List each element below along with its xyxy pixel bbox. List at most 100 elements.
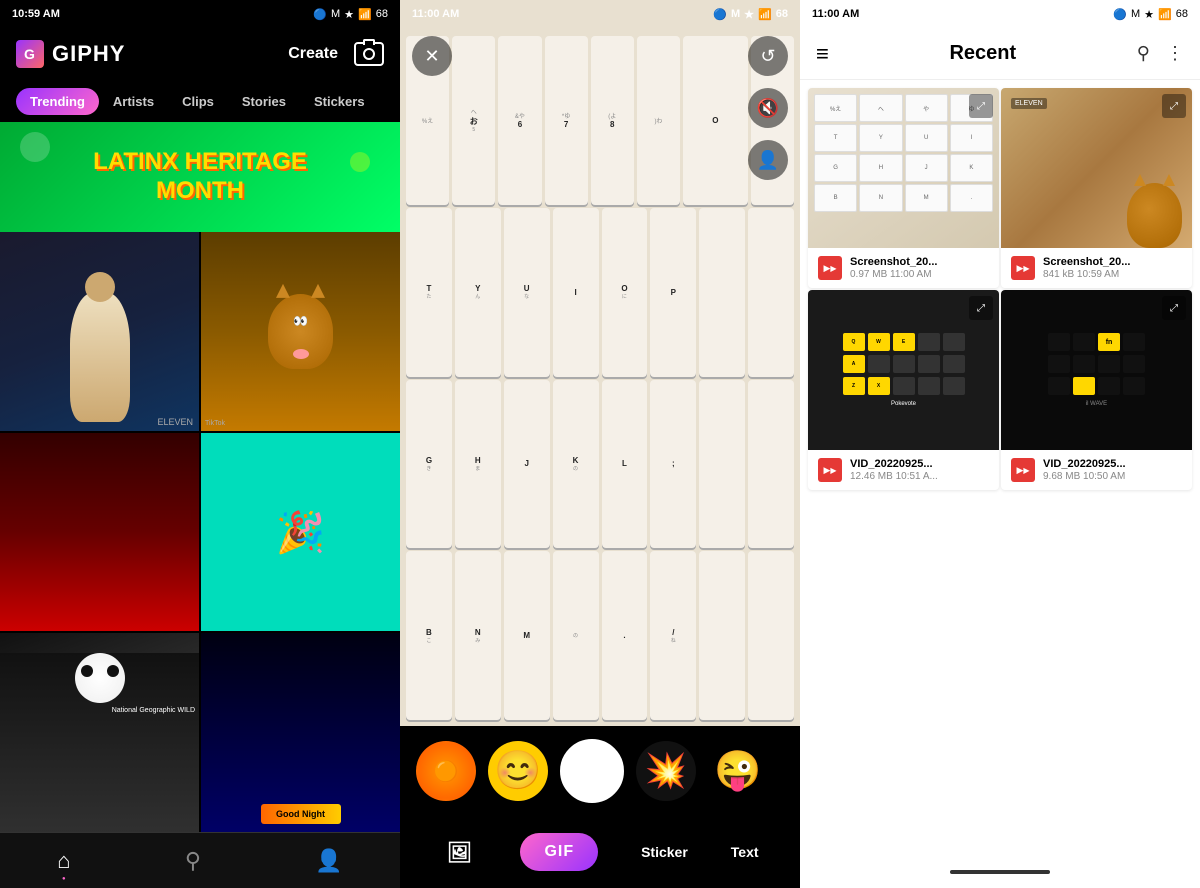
thumb-key	[943, 355, 965, 373]
home-icon: ⌂	[57, 848, 70, 874]
files-bottom-bar	[800, 856, 1200, 888]
key-y: Yん	[455, 208, 501, 377]
giphy-logo: G GIPHY	[16, 40, 125, 68]
close-button[interactable]: ✕	[412, 36, 452, 76]
mute-button[interactable]: 🔇	[748, 88, 788, 128]
camera-icon[interactable]	[354, 42, 384, 66]
sticker-tray: 🟠 😊 💥 😜	[400, 726, 800, 816]
sticker-orange[interactable]: 🟠	[416, 741, 476, 801]
file-type-icon: ▶	[1011, 256, 1035, 280]
key-row-3: Gき Hま J Kの L ;	[406, 380, 794, 549]
files-status-bar: 11:00 AM 🔵M★📶68	[800, 0, 1200, 28]
files-header-title: Recent	[949, 42, 1016, 65]
giphy-banner-text: LATINX HERITAGE MONTH	[93, 148, 307, 206]
thumb-key-row: Q W E	[843, 333, 965, 351]
file-thumbnail: %え へ や ゆ T Y U I G H J K B N M .	[808, 88, 999, 248]
gallery-icon: 🖼	[441, 834, 477, 870]
file-meta: VID_20220925... 9.68 MB 10:50 AM	[1043, 458, 1182, 482]
file-card[interactable]: ELEVEN ⤢ ▶ Screenshot_20... 841 kB 10:59…	[1001, 88, 1192, 288]
nav-artists[interactable]: Artists	[99, 88, 168, 115]
list-item[interactable]: 🎉	[201, 433, 400, 632]
file-card[interactable]: fn il WAVE	[1001, 290, 1192, 490]
key-row-1: %え へお5 &や6 *ゆ7 (よ8 )わ O	[406, 36, 794, 205]
giphy-bottom-nav: ⌂ ⚲ 👤	[0, 832, 400, 888]
expand-icon[interactable]: ⤢	[969, 94, 993, 118]
text-mode-button[interactable]: Text	[731, 844, 759, 860]
thumb-key: T	[814, 124, 857, 152]
thumb-key: %え	[814, 94, 857, 122]
file-card[interactable]: %え へ や ゆ T Y U I G H J K B N M .	[808, 88, 999, 288]
key-wide-1: O	[683, 36, 748, 205]
list-item[interactable]	[0, 433, 199, 632]
profile-icon: 👤	[315, 848, 342, 874]
file-type-icon: ▶	[818, 256, 842, 280]
giphy-col-2: 👀 TikTok 🎉 Good Night	[201, 232, 400, 832]
thumb-key: へ	[859, 94, 902, 122]
giphy-logo-icon: G	[16, 40, 44, 68]
file-type-icon: ▶	[818, 458, 842, 482]
list-item[interactable]: National Geographic WILD	[0, 633, 199, 832]
key-empty-2	[748, 208, 794, 377]
expand-icon[interactable]: ⤢	[1162, 296, 1186, 320]
sticker-mode-button[interactable]: Sticker	[641, 844, 688, 860]
thumb-key	[1048, 377, 1070, 395]
thumb-key	[918, 355, 940, 373]
create-button[interactable]: Create	[288, 45, 338, 63]
nav-stories[interactable]: Stories	[228, 88, 300, 115]
hamburger-menu-icon[interactable]: ≡	[816, 41, 829, 67]
sticker-burst[interactable]: 💥	[636, 741, 696, 801]
more-options-icon[interactable]: ⋮	[1166, 43, 1184, 64]
list-item[interactable]: Good Night	[201, 633, 400, 832]
gif-button[interactable]: GIF	[520, 833, 598, 871]
thumb-key	[893, 377, 915, 395]
key-u: Uな	[504, 208, 550, 377]
sticker-smiley[interactable]: 😊	[488, 741, 548, 801]
key-o: Oに	[602, 208, 648, 377]
thumb-key	[1073, 333, 1095, 351]
camera-status-time: 11:00 AM	[412, 8, 459, 20]
file-meta: VID_20220925... 12.46 MB 10:51 A...	[850, 458, 989, 482]
thumb-key: Y	[859, 124, 902, 152]
camera-viewfinder: %え へお5 &や6 *ゆ7 (よ8 )わ O Tた Yん Uな I Oに P …	[400, 0, 800, 726]
thumb-key: N	[859, 184, 902, 212]
file-thumbnail: ELEVEN ⤢	[1001, 88, 1192, 248]
flip-camera-button[interactable]: ↺	[748, 36, 788, 76]
nav-profile[interactable]: 👤	[315, 848, 342, 874]
key-b: Bこ	[406, 551, 452, 720]
file-info: ▶ VID_20220925... 9.68 MB 10:50 AM	[1001, 450, 1192, 490]
files-panel: 11:00 AM 🔵M★📶68 ≡ Recent ⚲ ⋮ %え へ や ゆ T …	[800, 0, 1200, 888]
giphy-content: LATINX HERITAGE MONTH ELEVEN	[0, 122, 400, 832]
giphy-col-1: ELEVEN National Geographic WILD	[0, 232, 199, 832]
thumb-key	[1123, 377, 1145, 395]
nav-search[interactable]: ⚲	[185, 848, 201, 874]
gallery-button[interactable]: 🖼	[441, 834, 477, 870]
key-t: Tた	[406, 208, 452, 377]
list-item[interactable]: ELEVEN	[0, 232, 199, 431]
expand-icon[interactable]: ⤢	[1162, 94, 1186, 118]
face-filter-button[interactable]: 👤	[748, 140, 788, 180]
key-wa: )わ	[637, 36, 680, 205]
file-card[interactable]: Q W E A Z X	[808, 290, 999, 490]
search-icon[interactable]: ⚲	[1137, 43, 1150, 64]
key-p: P	[650, 208, 696, 377]
camera-status-bar: 11:00 AM 🔵M★📶68	[400, 0, 800, 28]
key-period: .	[602, 551, 648, 720]
file-info: ▶ VID_20220925... 12.46 MB 10:51 A...	[808, 450, 999, 490]
key-he: へお5	[452, 36, 495, 205]
expand-icon[interactable]: ⤢	[969, 296, 993, 320]
nav-clips[interactable]: Clips	[168, 88, 228, 115]
nav-home[interactable]: ⌂	[57, 848, 70, 874]
key-quote	[699, 380, 745, 549]
thumb-key: U	[905, 124, 948, 152]
thumb-key: J	[905, 154, 948, 182]
files-header: ≡ Recent ⚲ ⋮	[800, 28, 1200, 80]
key-k: Kの	[553, 380, 599, 549]
nav-stickers[interactable]: Stickers	[300, 88, 379, 115]
list-item[interactable]: 👀 TikTok	[201, 232, 400, 431]
text-mode-label: Text	[731, 844, 759, 860]
capture-button[interactable]	[560, 739, 624, 803]
file-thumbnail: fn il WAVE	[1001, 290, 1192, 450]
nav-trending[interactable]: Trending	[16, 88, 99, 115]
thumb-key: Z	[843, 377, 865, 395]
sticker-crazy[interactable]: 😜	[708, 741, 768, 801]
